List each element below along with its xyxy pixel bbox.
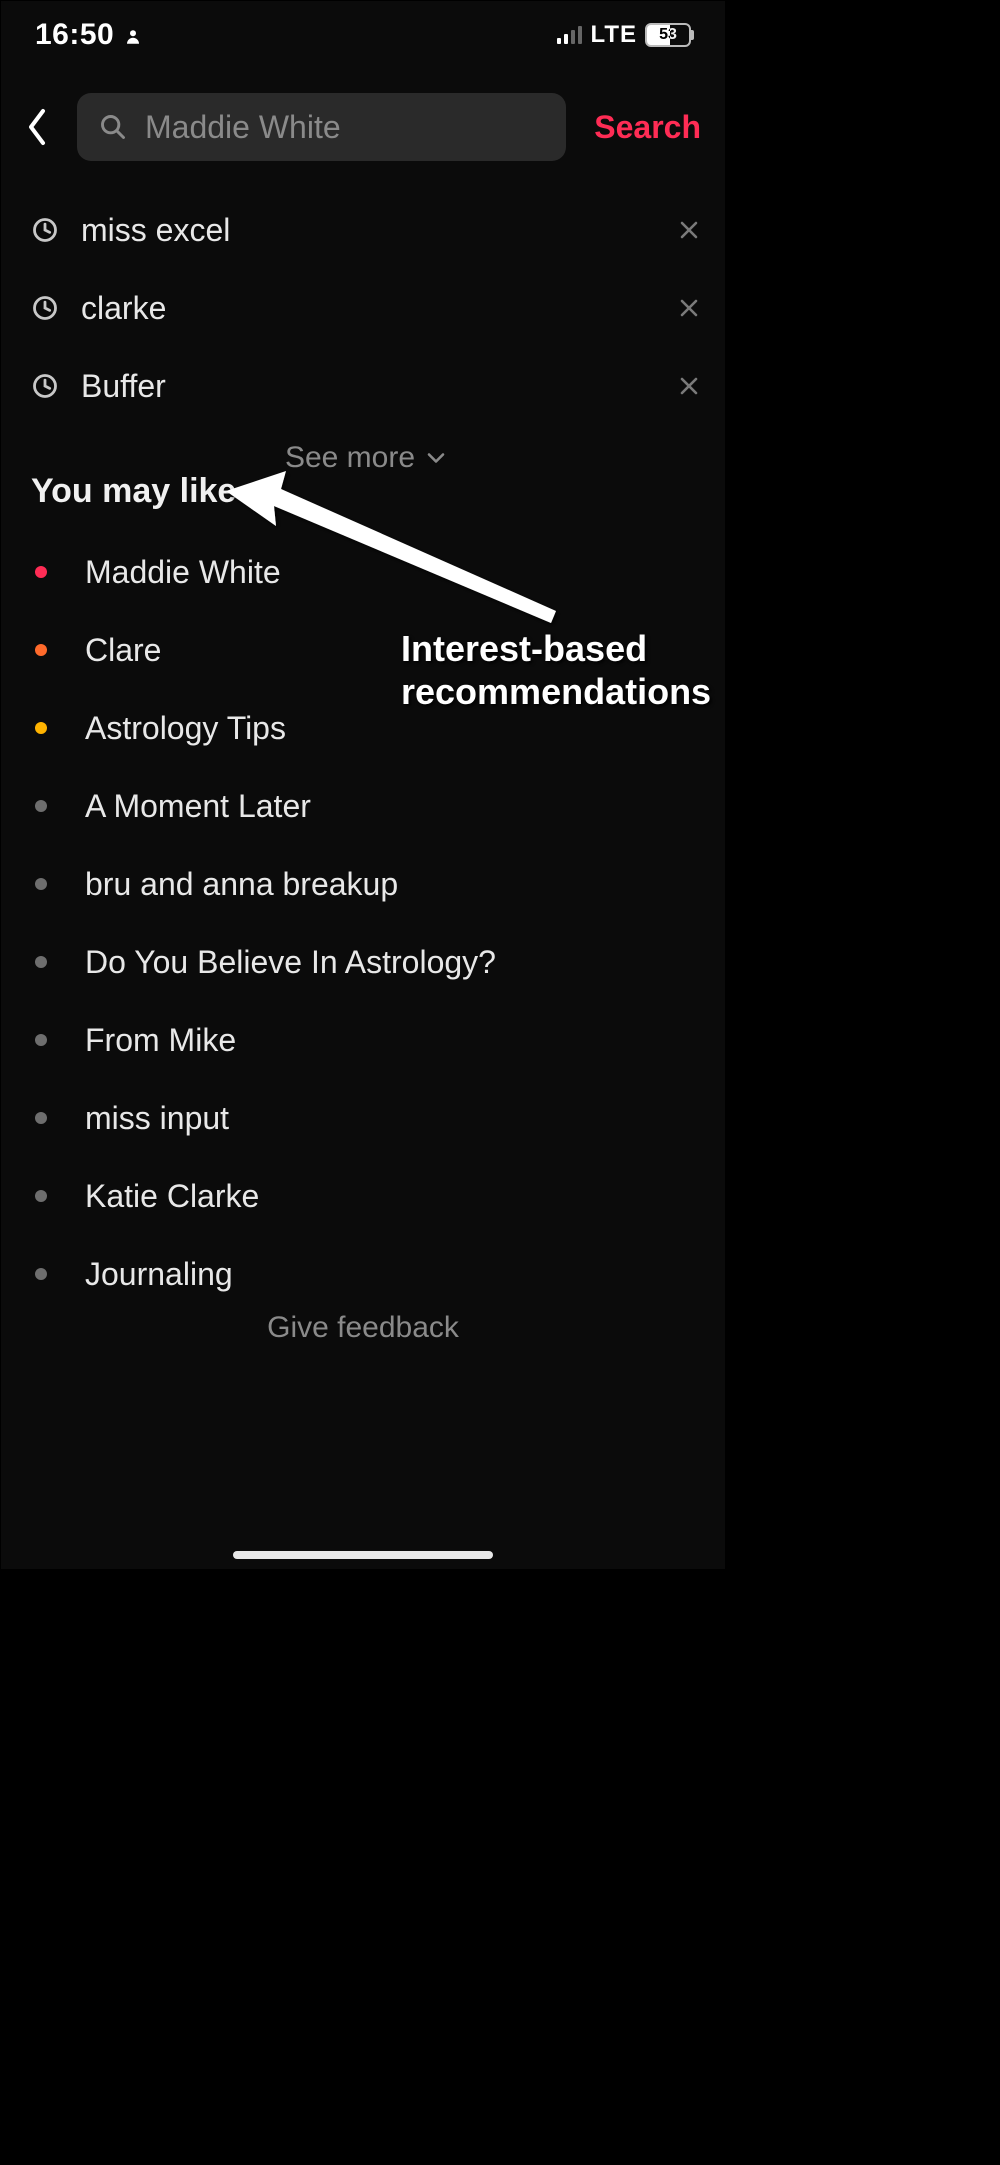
suggestion-label: Clare — [85, 632, 161, 669]
suggestion-item[interactable]: A Moment Later — [31, 767, 695, 845]
phone-frame: 16:50 LTE 53 — [0, 0, 726, 1570]
search-header: Maddie White Search — [1, 93, 725, 161]
close-icon[interactable] — [677, 374, 701, 398]
you-may-like-title: You may like — [31, 466, 695, 533]
trend-dot-icon — [35, 566, 47, 578]
suggestion-item[interactable]: Katie Clarke — [31, 1157, 695, 1235]
search-icon — [99, 113, 127, 141]
clock-icon — [31, 372, 59, 400]
search-query-text: Maddie White — [145, 109, 341, 146]
battery-percent: 53 — [659, 26, 677, 44]
suggestion-label: Astrology Tips — [85, 710, 286, 747]
suggestion-label: A Moment Later — [85, 788, 311, 825]
signal-icon — [557, 26, 582, 44]
close-icon[interactable] — [677, 218, 701, 242]
trend-dot-icon — [35, 878, 47, 890]
chevron-down-icon — [425, 451, 447, 465]
recent-item[interactable]: miss excel — [31, 191, 701, 269]
chevron-left-icon — [25, 107, 51, 147]
suggestion-label: miss input — [85, 1100, 229, 1137]
suggestion-label: Maddie White — [85, 554, 281, 591]
status-right: LTE 53 — [557, 21, 691, 49]
suggestion-label: bru and anna breakup — [85, 866, 398, 903]
recent-item[interactable]: Buffer — [31, 347, 701, 425]
battery-icon: 53 — [645, 23, 691, 47]
person-icon — [124, 28, 142, 46]
suggestion-label: Journaling — [85, 1256, 233, 1293]
suggestion-item[interactable]: From Mike — [31, 1001, 695, 1079]
trend-dot-icon — [35, 644, 47, 656]
suggestion-item[interactable]: Journaling — [31, 1235, 695, 1313]
trend-dot-icon — [35, 1190, 47, 1202]
back-button[interactable] — [21, 103, 55, 151]
recent-searches: miss excel clarke Buffer — [1, 181, 725, 485]
trend-dot-icon — [35, 1112, 47, 1124]
suggestion-label: Katie Clarke — [85, 1178, 259, 1215]
annotation-line1: Interest-based — [401, 628, 647, 669]
recent-item[interactable]: clarke — [31, 269, 701, 347]
recent-item-label: clarke — [81, 290, 677, 327]
recent-item-label: Buffer — [81, 368, 677, 405]
annotation-label: Interest-based recommendations — [401, 627, 711, 713]
search-action-button[interactable]: Search — [588, 109, 701, 146]
suggestion-item[interactable]: Do You Believe In Astrology? — [31, 923, 695, 1001]
status-time: 16:50 — [35, 18, 114, 52]
trend-dot-icon — [35, 1268, 47, 1280]
status-bar: 16:50 LTE 53 — [1, 1, 725, 69]
you-may-like-section: You may like Maddie White Clare Astrolog… — [1, 466, 725, 1313]
trend-dot-icon — [35, 800, 47, 812]
suggestion-item[interactable]: bru and anna breakup — [31, 845, 695, 923]
clock-icon — [31, 294, 59, 322]
suggestion-item[interactable]: Maddie White — [31, 533, 695, 611]
home-indicator[interactable] — [233, 1551, 493, 1559]
annotation-line2: recommendations — [401, 671, 711, 712]
search-input[interactable]: Maddie White — [77, 93, 566, 161]
suggestion-label: Do You Believe In Astrology? — [85, 944, 496, 981]
close-icon[interactable] — [677, 296, 701, 320]
give-feedback-button[interactable]: Give feedback — [1, 1311, 725, 1345]
clock-icon — [31, 216, 59, 244]
trend-dot-icon — [35, 1034, 47, 1046]
carrier-label: LTE — [590, 21, 637, 49]
trend-dot-icon — [35, 722, 47, 734]
recent-item-label: miss excel — [81, 212, 677, 249]
status-left: 16:50 — [35, 18, 142, 52]
suggestion-label: From Mike — [85, 1022, 236, 1059]
trend-dot-icon — [35, 956, 47, 968]
suggestion-item[interactable]: miss input — [31, 1079, 695, 1157]
